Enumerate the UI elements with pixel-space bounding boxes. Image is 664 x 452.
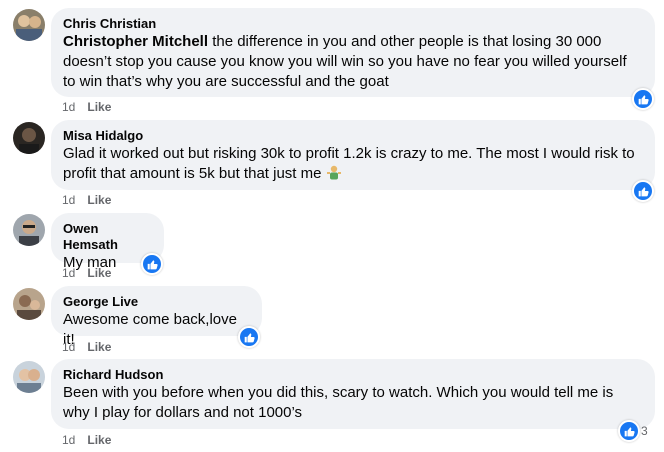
comment-author[interactable]: George Live: [63, 294, 250, 310]
like-button[interactable]: Like: [87, 340, 111, 354]
comment-meta: 1d Like: [62, 99, 111, 115]
like-icon[interactable]: [141, 253, 163, 275]
reaction-count[interactable]: 3: [641, 424, 648, 438]
comment-author[interactable]: Richard Hudson: [63, 367, 643, 383]
comment-text: Christopher Mitchell the difference in y…: [63, 33, 627, 90]
avatar[interactable]: [13, 122, 45, 154]
avatar[interactable]: [13, 361, 45, 393]
avatar[interactable]: [13, 9, 45, 41]
comment-text: Been with you before when you did this, …: [63, 384, 614, 421]
like-icon[interactable]: [632, 88, 654, 110]
comment-bubble: Misa Hidalgo Glad it worked out but risk…: [51, 120, 655, 190]
timestamp[interactable]: 1d: [62, 340, 75, 354]
like-button[interactable]: Like: [87, 100, 111, 114]
timestamp[interactable]: 1d: [62, 100, 75, 114]
comment-meta: 1d Like: [62, 432, 111, 448]
avatar[interactable]: [13, 214, 45, 246]
timestamp[interactable]: 1d: [62, 433, 75, 447]
comment-bubble: Chris Christian Christopher Mitchell the…: [51, 8, 655, 97]
comment-author[interactable]: Chris Christian: [63, 16, 643, 32]
comment-meta: 1d Like: [62, 192, 111, 208]
avatar[interactable]: [13, 288, 45, 320]
person-shrugging-emoji: [326, 164, 342, 180]
mention-link[interactable]: Christopher Mitchell: [63, 33, 208, 50]
like-icon[interactable]: [618, 420, 640, 442]
like-icon[interactable]: [632, 180, 654, 202]
comment-bubble: George Live Awesome come back,love it!: [51, 286, 262, 348]
timestamp[interactable]: 1d: [62, 193, 75, 207]
comment-meta: 1d Like: [62, 265, 111, 281]
comment-author[interactable]: Misa Hidalgo: [63, 128, 643, 144]
comment-bubble: Richard Hudson Been with you before when…: [51, 359, 655, 429]
comment-text: Glad it worked out but risking 30k to pr…: [63, 145, 635, 182]
comment-meta: 1d Like: [62, 339, 111, 355]
timestamp[interactable]: 1d: [62, 266, 75, 280]
like-button[interactable]: Like: [87, 193, 111, 207]
comment-author[interactable]: Owen Hemsath: [63, 221, 152, 253]
like-button[interactable]: Like: [87, 266, 111, 280]
like-button[interactable]: Like: [87, 433, 111, 447]
like-icon[interactable]: [238, 326, 260, 348]
